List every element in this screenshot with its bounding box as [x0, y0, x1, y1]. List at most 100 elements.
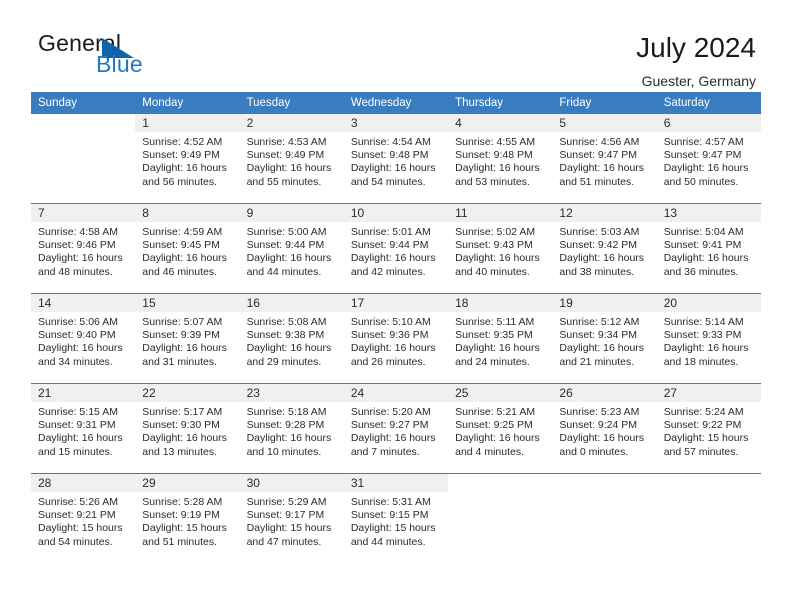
sunset-time: Sunset: 9:47 PM	[559, 149, 638, 162]
sunrise-time: Sunrise: 5:26 AM	[38, 496, 118, 508]
sunrise-time: Sunrise: 5:18 AM	[246, 406, 327, 418]
daylight-duration-line2: and 26 minutes.	[350, 355, 426, 368]
sunrise-time: Sunrise: 5:10 AM	[350, 316, 431, 328]
daylight-duration-line1: Daylight: 16 hours	[663, 342, 749, 355]
day-number: 24	[343, 384, 449, 402]
day-details: Sunrise: 5:00 AM Sunset: 9:44 PM Daylight:…	[240, 222, 344, 279]
calendar-day-cell[interactable]: 22 Sunrise: 5:17 AM Sunset: 9:30 PM Dayligh…	[135, 384, 240, 473]
calendar-cell-empty	[448, 474, 553, 563]
calendar-day-cell[interactable]: 7 Sunrise: 4:58 AM Sunset: 9:46 PM Daylight…	[31, 204, 136, 293]
calendar-day-cell[interactable]: 18 Sunrise: 5:11 AM Sunset: 9:35 PM Dayligh…	[448, 294, 553, 383]
calendar-day-cell[interactable]: 9 Sunrise: 5:00 AM Sunset: 9:44 PM Daylight…	[239, 204, 344, 293]
day-details: Sunrise: 4:55 AM Sunset: 9:48 PM Daylight:…	[448, 132, 552, 189]
daylight-duration-line2: and 34 minutes.	[38, 355, 113, 368]
calendar-day-cell[interactable]: 4 Sunrise: 4:55 AM Sunset: 9:48 PM Daylight…	[448, 114, 553, 203]
calendar-day-cell[interactable]: 14 Sunrise: 5:06 AM Sunset: 9:40 PM Dayligh…	[31, 294, 136, 383]
day-details: Sunrise: 5:12 AM Sunset: 9:34 PM Daylight:…	[552, 312, 656, 369]
sunset-time: Sunset: 9:30 PM	[142, 419, 220, 432]
calendar-day-cell[interactable]: 5 Sunrise: 4:56 AM Sunset: 9:47 PM Daylight…	[552, 114, 657, 203]
daylight-duration-line2: and 55 minutes.	[246, 175, 322, 188]
sunset-time: Sunset: 9:39 PM	[142, 329, 220, 342]
calendar-day-cell[interactable]: 30 Sunrise: 5:29 AM Sunset: 9:17 PM Dayligh…	[239, 474, 344, 563]
day-details: Sunrise: 5:02 AM Sunset: 9:43 PM Daylight:…	[448, 222, 552, 279]
day-number: 4	[448, 114, 553, 132]
daylight-duration-line1: Daylight: 16 hours	[142, 252, 227, 265]
page-header: General Blue July 2024 Guester, Germany	[0, 0, 792, 92]
calendar-day-cell[interactable]: 10 Sunrise: 5:01 AM Sunset: 9:44 PM Dayligh…	[343, 204, 449, 293]
sunset-time: Sunset: 9:44 PM	[350, 239, 429, 252]
day-number: 30	[239, 474, 344, 492]
daylight-duration-line1: Daylight: 15 hours	[350, 522, 436, 535]
daylight-duration-line2: and 13 minutes.	[142, 445, 217, 458]
calendar-day-cell[interactable]: 26 Sunrise: 5:23 AM Sunset: 9:24 PM Dayligh…	[552, 384, 657, 473]
weekday-header-tuesday: Tuesday	[239, 92, 344, 114]
calendar-day-cell[interactable]: 6 Sunrise: 4:57 AM Sunset: 9:47 PM Daylight…	[656, 114, 761, 203]
daylight-duration-line1: Daylight: 16 hours	[663, 162, 749, 175]
calendar-day-cell[interactable]: 25 Sunrise: 5:21 AM Sunset: 9:25 PM Dayligh…	[448, 384, 553, 473]
daylight-duration-line2: and 10 minutes.	[246, 445, 322, 458]
sunset-time: Sunset: 9:47 PM	[663, 149, 742, 162]
sunset-time: Sunset: 9:48 PM	[455, 149, 533, 162]
calendar-day-cell[interactable]: 23 Sunrise: 5:18 AM Sunset: 9:28 PM Dayligh…	[239, 384, 344, 473]
sunrise-sunset-calendar: Sunday Monday Tuesday Wednesday Thursday Frid…	[31, 92, 761, 563]
calendar-day-cell[interactable]: 3 Sunrise: 4:54 AM Sunset: 9:48 PM Daylight…	[343, 114, 449, 203]
sunset-time: Sunset: 9:41 PM	[663, 239, 742, 252]
sunset-time: Sunset: 9:27 PM	[350, 419, 429, 432]
sunrise-time: Sunrise: 5:17 AM	[142, 406, 223, 418]
calendar-day-cell[interactable]: 17 Sunrise: 5:10 AM Sunset: 9:36 PM Dayligh…	[343, 294, 449, 383]
day-number: 16	[239, 294, 344, 312]
sunrise-time: Sunrise: 4:58 AM	[38, 226, 118, 238]
day-details: Sunrise: 5:24 AM Sunset: 9:22 PM Daylight:…	[657, 402, 761, 459]
calendar-day-cell[interactable]: 13 Sunrise: 5:04 AM Sunset: 9:41 PM Dayligh…	[656, 204, 761, 293]
calendar-day-cell[interactable]: 15 Sunrise: 5:07 AM Sunset: 9:39 PM Dayligh…	[135, 294, 240, 383]
calendar-day-cell[interactable]: 27 Sunrise: 5:24 AM Sunset: 9:22 PM Dayligh…	[656, 384, 761, 473]
daylight-duration-line1: Daylight: 16 hours	[350, 342, 436, 355]
daylight-duration-line1: Daylight: 16 hours	[455, 162, 540, 175]
day-number: 22	[135, 384, 240, 402]
daylight-duration-line2: and 7 minutes.	[350, 445, 420, 458]
calendar-day-cell[interactable]: 20 Sunrise: 5:14 AM Sunset: 9:33 PM Dayligh…	[656, 294, 761, 383]
calendar-day-cell[interactable]: 29 Sunrise: 5:28 AM Sunset: 9:19 PM Dayligh…	[135, 474, 240, 563]
daylight-duration-line1: Daylight: 16 hours	[350, 252, 436, 265]
daylight-duration-line2: and 46 minutes.	[142, 265, 217, 278]
day-number: 20	[656, 294, 761, 312]
day-number: 21	[31, 384, 136, 402]
sunset-time: Sunset: 9:21 PM	[38, 509, 116, 522]
daylight-duration-line2: and 57 minutes.	[663, 445, 739, 458]
sunset-time: Sunset: 9:38 PM	[246, 329, 325, 342]
day-number	[31, 114, 136, 132]
sunset-time: Sunset: 9:42 PM	[559, 239, 638, 252]
weekday-header-friday: Friday	[552, 92, 657, 114]
day-details: Sunrise: 5:18 AM Sunset: 9:28 PM Daylight:…	[240, 402, 344, 459]
sunrise-time: Sunrise: 5:06 AM	[38, 316, 118, 328]
day-details: Sunrise: 5:04 AM Sunset: 9:41 PM Daylight:…	[657, 222, 761, 279]
day-number: 6	[656, 114, 761, 132]
sunrise-time: Sunrise: 4:59 AM	[142, 226, 223, 238]
sunset-time: Sunset: 9:34 PM	[559, 329, 638, 342]
day-number: 27	[656, 384, 761, 402]
calendar-day-cell[interactable]: 2 Sunrise: 4:53 AM Sunset: 9:49 PM Daylight…	[239, 114, 344, 203]
calendar-day-cell[interactable]: 19 Sunrise: 5:12 AM Sunset: 9:34 PM Dayligh…	[552, 294, 657, 383]
calendar-day-cell[interactable]: 21 Sunrise: 5:15 AM Sunset: 9:31 PM Dayligh…	[31, 384, 136, 473]
sunset-time: Sunset: 9:19 PM	[142, 509, 220, 522]
calendar-day-cell[interactable]: 16 Sunrise: 5:08 AM Sunset: 9:38 PM Dayligh…	[239, 294, 344, 383]
day-details: Sunrise: 5:07 AM Sunset: 9:39 PM Daylight:…	[135, 312, 239, 369]
sunrise-time: Sunrise: 5:20 AM	[350, 406, 431, 418]
weekday-header-wednesday: Wednesday	[343, 92, 449, 114]
calendar-day-cell[interactable]: 1 Sunrise: 4:52 AM Sunset: 9:49 PM Daylight…	[135, 114, 240, 203]
calendar-day-cell[interactable]: 24 Sunrise: 5:20 AM Sunset: 9:27 PM Dayligh…	[343, 384, 449, 473]
sunrise-time: Sunrise: 5:01 AM	[350, 226, 431, 238]
calendar-day-cell[interactable]: 11 Sunrise: 5:02 AM Sunset: 9:43 PM Dayligh…	[448, 204, 553, 293]
sunset-time: Sunset: 9:24 PM	[559, 419, 638, 432]
calendar-header-row: Sunday Monday Tuesday Wednesday Thursday Frid…	[31, 92, 761, 114]
calendar-day-cell[interactable]: 31 Sunrise: 5:31 AM Sunset: 9:15 PM Dayligh…	[343, 474, 449, 563]
calendar-day-cell[interactable]: 8 Sunrise: 4:59 AM Sunset: 9:45 PM Daylight…	[135, 204, 240, 293]
day-number: 12	[552, 204, 657, 222]
calendar-day-cell[interactable]: 12 Sunrise: 5:03 AM Sunset: 9:42 PM Dayligh…	[552, 204, 657, 293]
day-details: Sunrise: 5:10 AM Sunset: 9:36 PM Daylight:…	[344, 312, 448, 369]
general-blue-logo[interactable]: General Blue	[36, 30, 176, 86]
calendar-day-cell[interactable]: 28 Sunrise: 5:26 AM Sunset: 9:21 PM Dayligh…	[31, 474, 136, 563]
daylight-duration-line1: Daylight: 16 hours	[663, 252, 749, 265]
sunset-time: Sunset: 9:36 PM	[350, 329, 429, 342]
day-number: 11	[448, 204, 553, 222]
